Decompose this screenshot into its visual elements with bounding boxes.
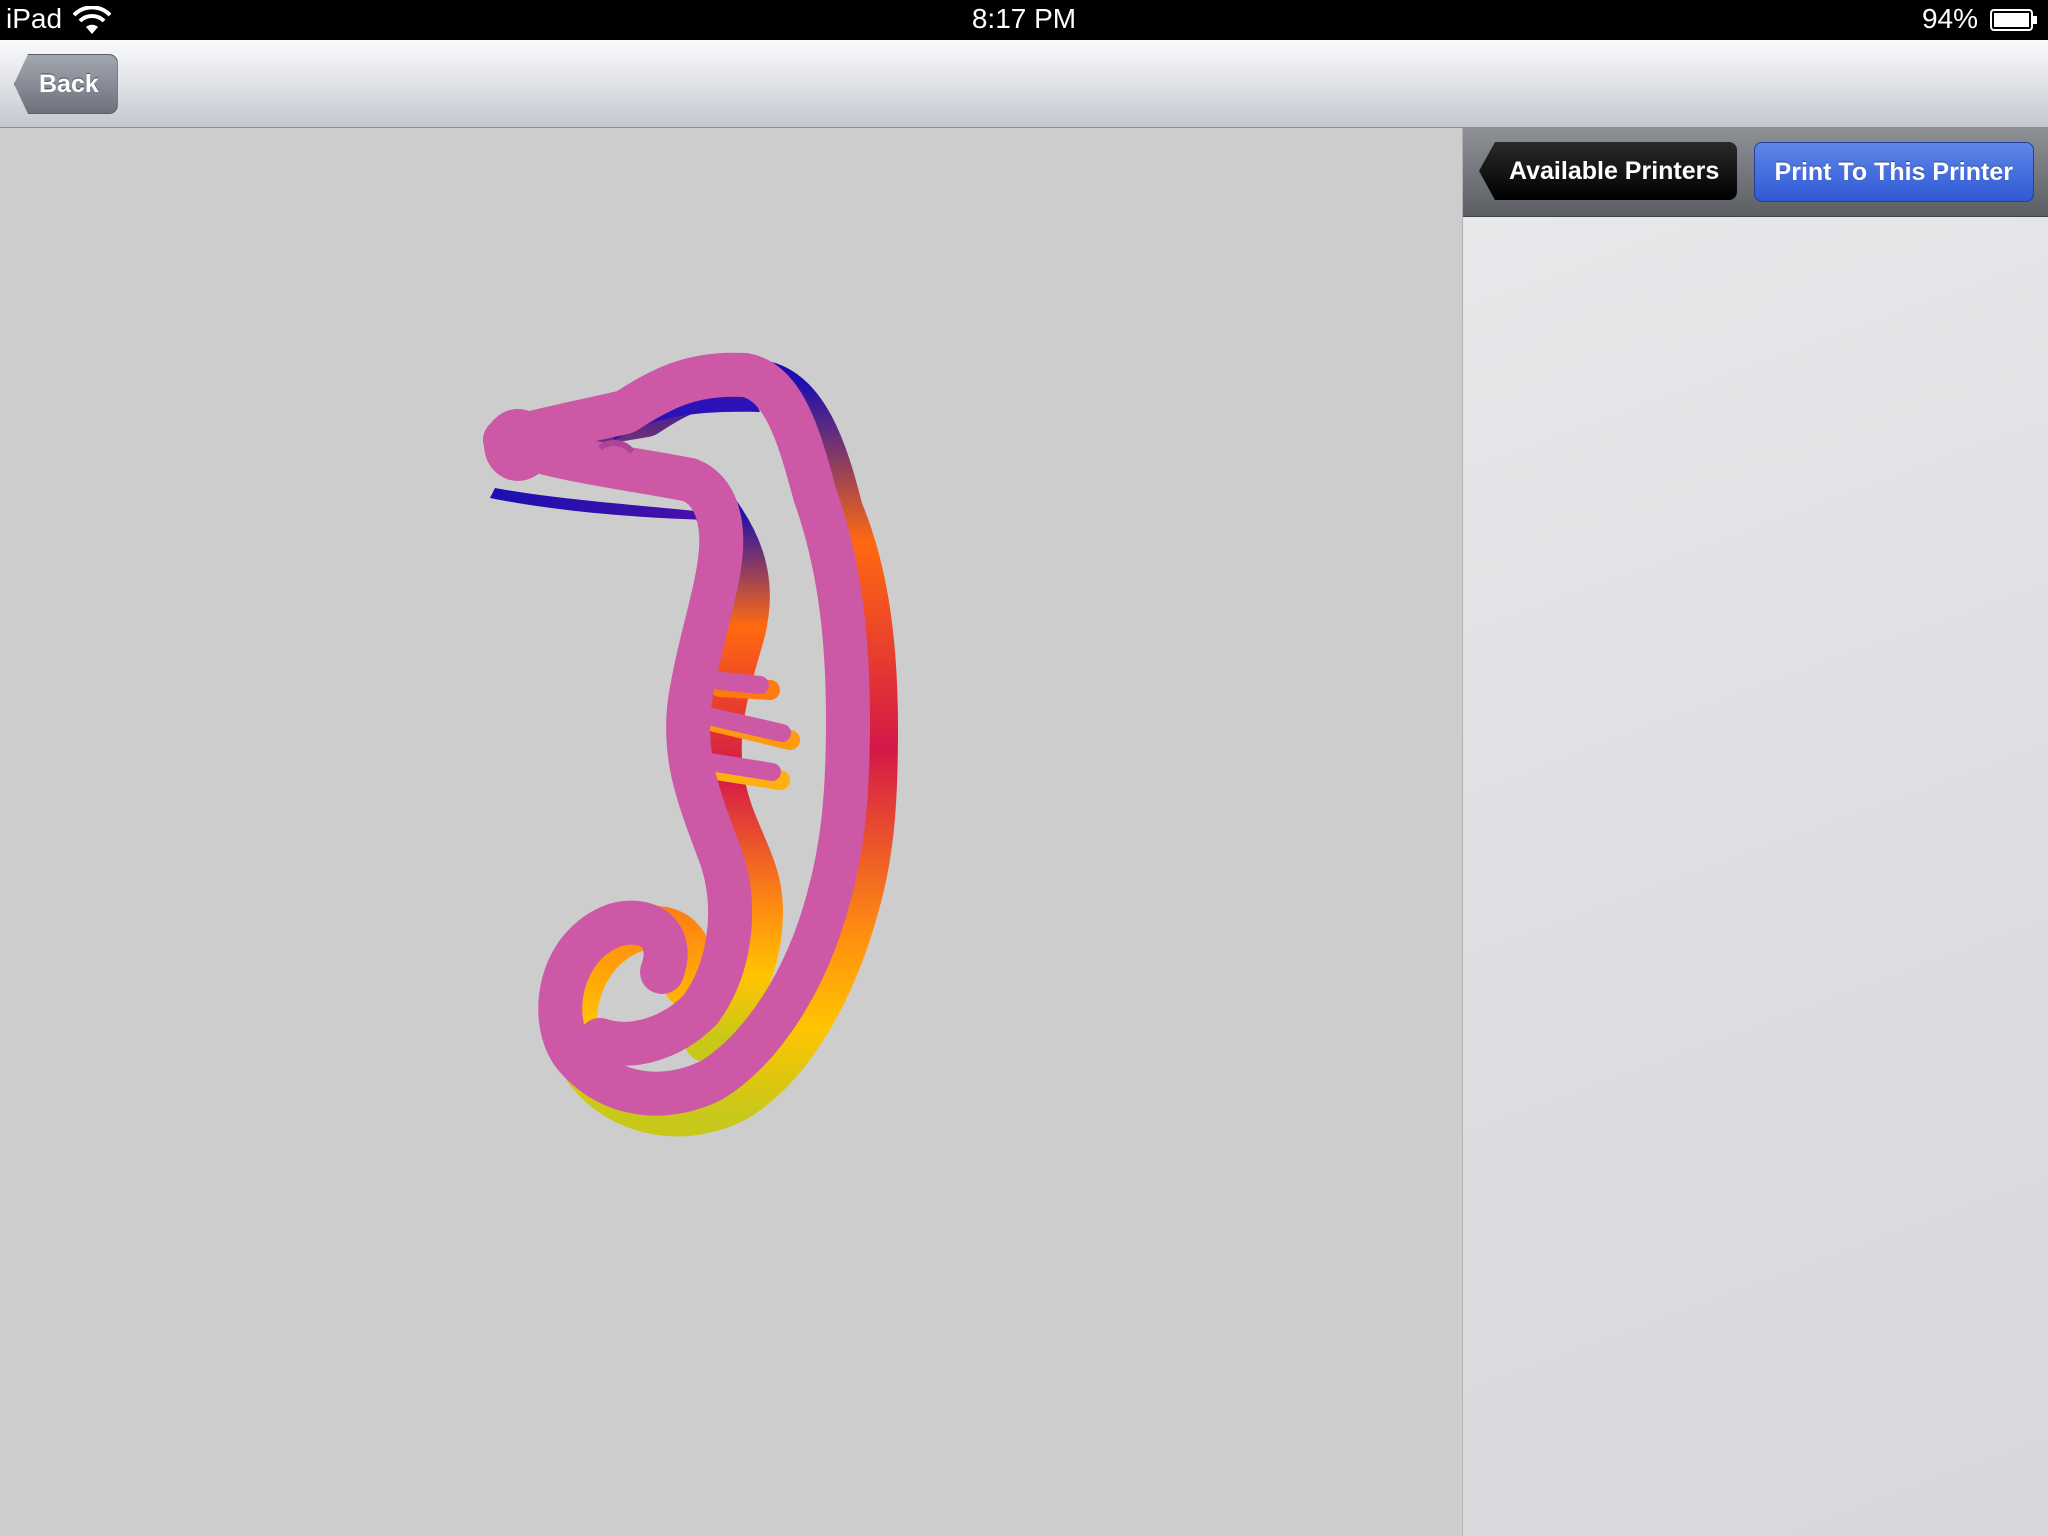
battery-percent: 94% (1921, 3, 1978, 34)
battery-icon (1990, 9, 2037, 31)
panel-toolbar: Available Printers Print To This Printer (1463, 128, 2048, 217)
available-printers-button[interactable]: Available Printers (1479, 142, 1738, 200)
clock: 8:17 PM (971, 3, 1077, 34)
navigation-bar: Back (0, 40, 2048, 128)
print-to-printer-button[interactable]: Print To This Printer (1753, 142, 2034, 202)
model-viewer[interactable] (0, 128, 1462, 1536)
printer-panel: Available Printers Print To This Printer (1462, 128, 2048, 1536)
seahorse-model-icon[interactable] (0, 128, 1462, 1536)
status-bar: iPad 8:17 PM 94% (0, 0, 2048, 40)
back-button[interactable]: Back (14, 54, 118, 114)
